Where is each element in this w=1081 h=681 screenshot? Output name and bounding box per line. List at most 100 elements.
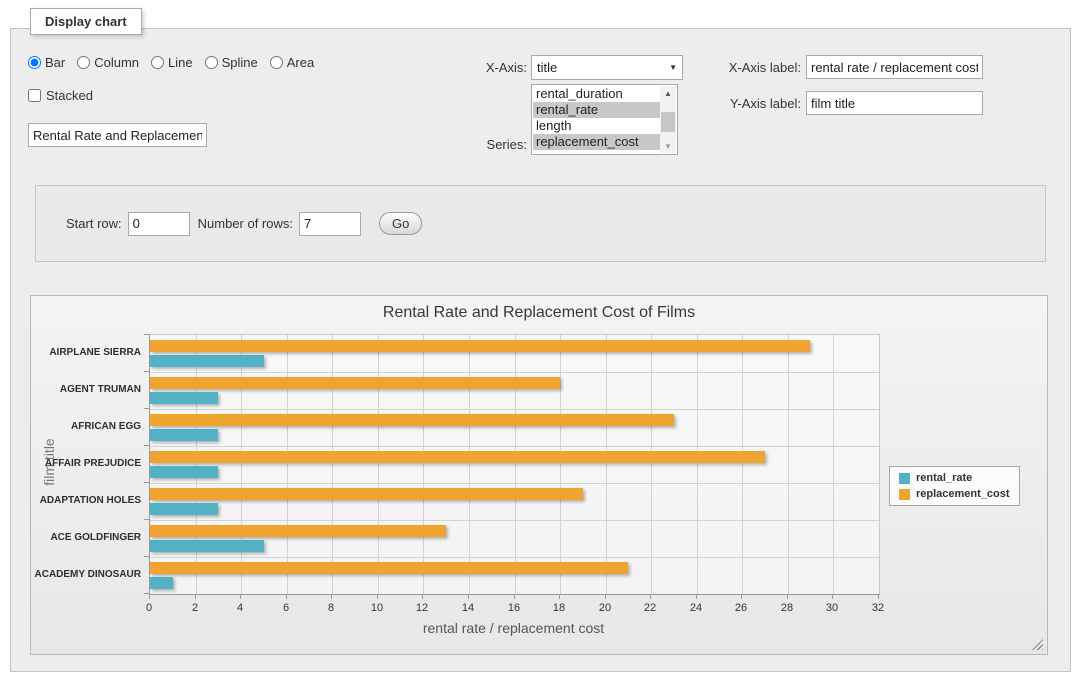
gridline <box>150 446 879 447</box>
x-tick-label: 22 <box>635 602 665 614</box>
x-tick-label: 8 <box>316 602 346 614</box>
go-button[interactable]: Go <box>379 212 422 235</box>
x-tick-label: 32 <box>863 602 893 614</box>
y-tick <box>144 482 149 483</box>
bar-rental_rate <box>150 392 218 404</box>
chart-type-radio-bar[interactable] <box>28 56 41 69</box>
x-tick-label: 20 <box>590 602 620 614</box>
gridline <box>150 520 879 521</box>
series-listbox[interactable]: rental_durationrental_ratelengthreplacem… <box>531 84 678 155</box>
x-tick-label: 14 <box>453 602 483 614</box>
gridline <box>515 335 516 594</box>
chart-panel: Rental Rate and Replacement Cost of Film… <box>30 295 1048 655</box>
gridline <box>833 335 834 594</box>
start-row-input[interactable] <box>128 212 190 236</box>
chart-type-radio-label: Bar <box>45 55 65 70</box>
x-tick <box>331 595 332 599</box>
chevron-down-icon: ▼ <box>669 63 677 72</box>
x-tick-label: 6 <box>271 602 301 614</box>
gridline <box>241 335 242 594</box>
scroll-up-icon[interactable]: ▲ <box>660 86 676 100</box>
x-tick-label: 30 <box>817 602 847 614</box>
bar-rental_rate <box>150 503 218 515</box>
y-tick <box>144 593 149 594</box>
stacked-checkbox-row[interactable]: Stacked <box>28 88 93 103</box>
chart-legend: rental_rate replacement_cost <box>889 466 1020 506</box>
category-label: AIRPLANE SIERRA <box>31 334 141 371</box>
chart-type-radio-group: Bar Column Line Spline Area <box>28 55 314 70</box>
series-option-length[interactable]: length <box>533 118 660 134</box>
x-axis-label-input[interactable] <box>806 55 983 79</box>
chart-title: Rental Rate and Replacement Cost of Film… <box>31 304 1047 322</box>
chart-type-option-spline[interactable]: Spline <box>205 55 258 70</box>
gridline <box>742 335 743 594</box>
resize-handle-icon[interactable] <box>1032 639 1043 650</box>
chart-type-radio-line[interactable] <box>151 56 164 69</box>
row-range-panel: Start row: Number of rows: Go <box>35 185 1046 262</box>
chart-type-option-column[interactable]: Column <box>77 55 139 70</box>
series-option-replacement_cost[interactable]: replacement_cost <box>533 134 660 150</box>
x-tick <box>514 595 515 599</box>
bar-replacement_cost <box>150 488 583 500</box>
plot-area <box>149 334 880 595</box>
x-tick <box>832 595 833 599</box>
chart-x-axis-title: rental rate / replacement cost <box>149 620 878 636</box>
chart-type-option-area[interactable]: Area <box>270 55 314 70</box>
series-options: rental_durationrental_ratelengthreplacem… <box>533 86 660 150</box>
chart-type-radio-area[interactable] <box>270 56 283 69</box>
gridline <box>606 335 607 594</box>
bar-replacement_cost <box>150 377 560 389</box>
gridline <box>150 483 879 484</box>
bar-replacement_cost <box>150 414 674 426</box>
chart-type-radio-label: Spline <box>222 55 258 70</box>
gridline <box>697 335 698 594</box>
gridline <box>651 335 652 594</box>
bar-replacement_cost <box>150 562 628 574</box>
y-tick <box>144 334 149 335</box>
bar-replacement_cost <box>150 451 765 463</box>
chart-type-option-bar[interactable]: Bar <box>28 55 65 70</box>
scroll-down-icon[interactable]: ▼ <box>660 139 676 153</box>
num-rows-input[interactable] <box>299 212 361 236</box>
x-tick-label: 28 <box>772 602 802 614</box>
x-tick-label: 26 <box>726 602 756 614</box>
stacked-label: Stacked <box>46 88 93 103</box>
category-label: ACE GOLDFINGER <box>31 519 141 556</box>
series-option-rental_rate[interactable]: rental_rate <box>533 102 660 118</box>
start-row-label: Start row: <box>66 216 122 231</box>
x-axis-select[interactable]: title ▼ <box>531 55 683 80</box>
x-tick <box>195 595 196 599</box>
chart-title-input[interactable] <box>28 123 207 147</box>
chart-type-radio-column[interactable] <box>77 56 90 69</box>
x-axis-selected-value: title <box>537 60 557 75</box>
fieldset-legend: Display chart <box>30 8 142 35</box>
gridline <box>150 372 879 373</box>
gridline <box>788 335 789 594</box>
x-tick-label: 12 <box>407 602 437 614</box>
bar-rental_rate <box>150 577 173 589</box>
legend-item-replacement_cost[interactable]: replacement_cost <box>899 488 1010 500</box>
x-axis-select-label: X-Axis: <box>445 60 527 75</box>
chart-type-option-line[interactable]: Line <box>151 55 193 70</box>
x-tick <box>605 595 606 599</box>
legend-item-rental_rate[interactable]: rental_rate <box>899 472 1010 484</box>
y-tick <box>144 556 149 557</box>
bar-replacement_cost <box>150 340 810 352</box>
stacked-checkbox[interactable] <box>28 89 41 102</box>
gridline <box>469 335 470 594</box>
x-tick <box>286 595 287 599</box>
x-tick-label: 24 <box>681 602 711 614</box>
chart-type-radio-spline[interactable] <box>205 56 218 69</box>
chart-type-radio-label: Line <box>168 55 193 70</box>
y-tick <box>144 445 149 446</box>
bar-replacement_cost <box>150 525 446 537</box>
gridline <box>332 335 333 594</box>
x-tick <box>559 595 560 599</box>
x-tick-label: 18 <box>544 602 574 614</box>
scrollbar-thumb[interactable] <box>661 112 675 132</box>
gridline <box>560 335 561 594</box>
listbox-scrollbar[interactable]: ▲ ▼ <box>660 86 676 153</box>
series-option-rental_duration[interactable]: rental_duration <box>533 86 660 102</box>
y-tick <box>144 519 149 520</box>
y-axis-label-input[interactable] <box>806 91 983 115</box>
